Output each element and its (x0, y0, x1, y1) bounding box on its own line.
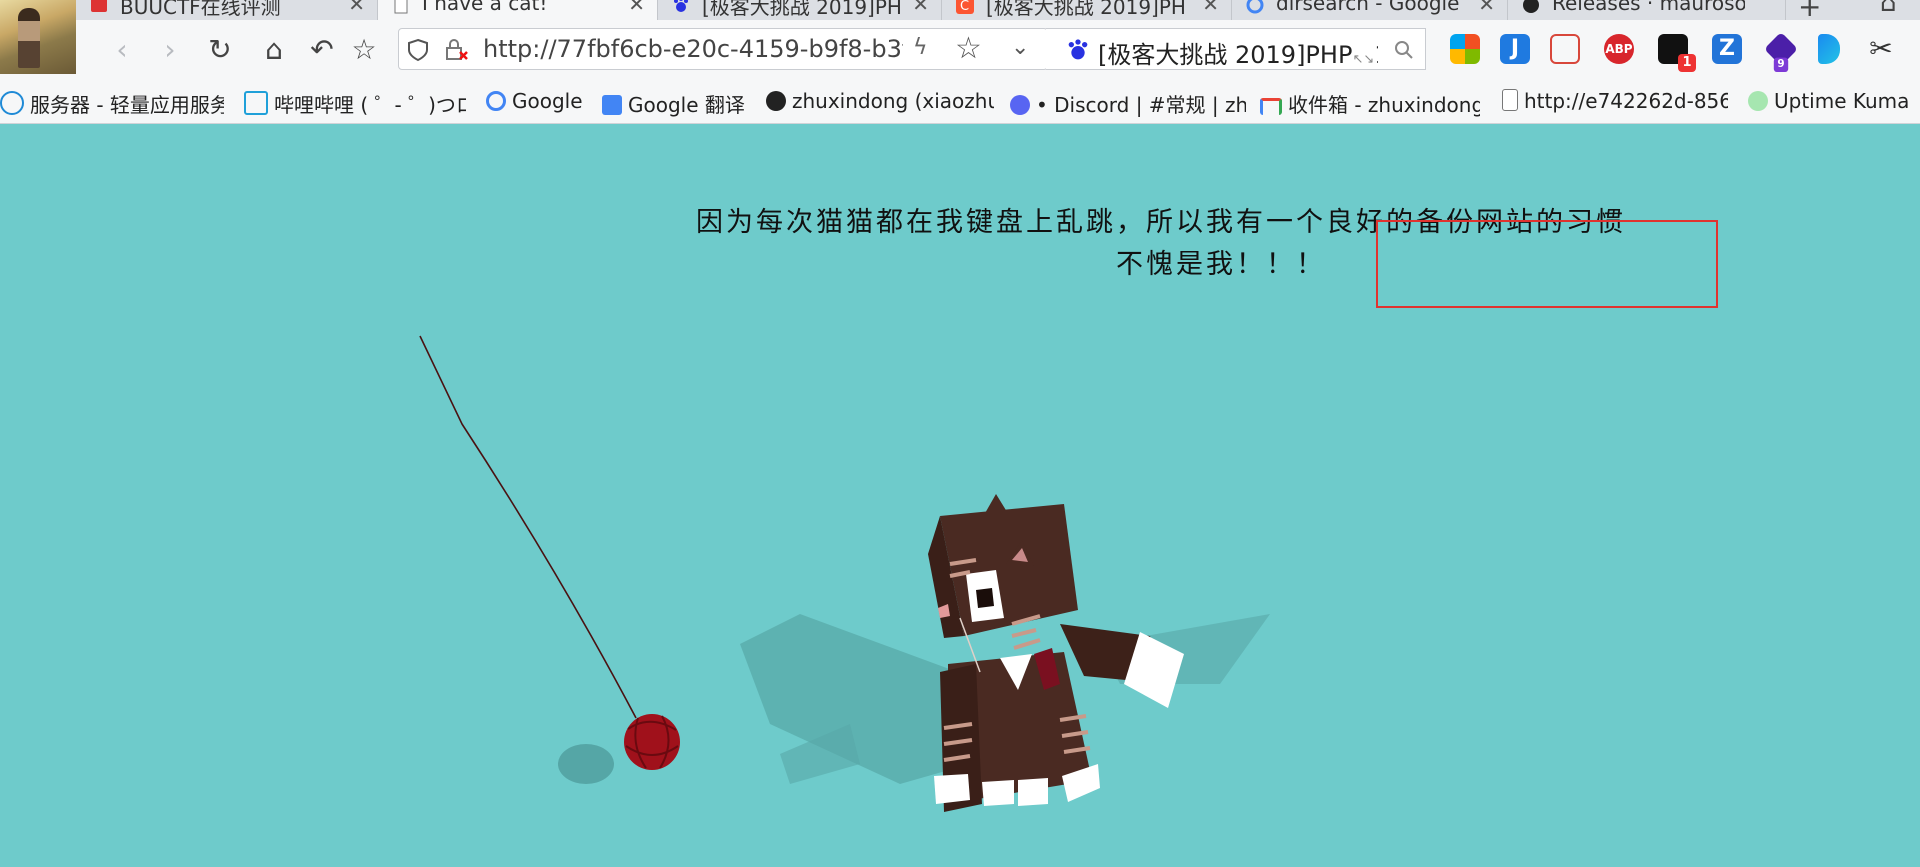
bookmark-label: Uptime Kuma (1774, 89, 1910, 113)
home-button[interactable]: ⌂ (256, 32, 292, 68)
bookmark-github[interactable]: zhuxindong (xiaozhu (766, 89, 994, 117)
search-text[interactable]: [极客大挑战 2019]PHP↖↘1 (1098, 35, 1378, 70)
search-query: [极客大挑战 2019]PHP (1098, 41, 1353, 69)
buuctf-icon (91, 0, 107, 12)
page-content: 因为每次猫猫都在我键盘上乱跳，所以我有一个良好的备份网站的习惯 不愧是我！！！ (0, 124, 1920, 867)
bookmark-label: http://e742262d-856 (1524, 89, 1728, 113)
navigation-bar: ‹ › ↻ ⌂ ↶ ☆ http://77fbf6cb-e20c-4159-b9… (0, 20, 1920, 82)
bookmark-google[interactable]: Google (486, 89, 586, 117)
search-box[interactable]: [极客大挑战 2019]PHP↖↘1 (1046, 28, 1426, 70)
notification-badge: 1 (1678, 54, 1696, 72)
adblock-plus-icon[interactable]: ABP (1604, 34, 1634, 64)
insecure-lock-icon[interactable] (445, 39, 469, 61)
uptime-kuma-icon (1748, 91, 1768, 111)
yarn-ball (624, 714, 680, 770)
tab-title: dirsearch - Google (1276, 0, 1460, 15)
tab-i-have-a-cat[interactable]: I have a cat! ✕ (378, 0, 658, 20)
bookmark-label: zhuxindong (xiaozhu (792, 89, 994, 113)
close-icon[interactable]: ✕ (348, 0, 365, 16)
close-icon[interactable]: ✕ (1202, 0, 1219, 16)
url-text[interactable]: http://77fbf6cb-e20c-4159-b9f8-b3f13 (483, 35, 903, 63)
yarn-string (419, 335, 637, 719)
shield-icon[interactable] (407, 38, 429, 62)
bookmark-uptime-kuma[interactable]: Uptime Kuma (1748, 89, 1920, 117)
tab-buuctf[interactable]: BUUCTF在线评测 ✕ (76, 0, 378, 20)
tab-strip: BUUCTF在线评测 ✕ I have a cat! ✕ [极客大挑战 2019… (0, 0, 1920, 20)
github-icon (1523, 0, 1539, 13)
bookmark-bilibili[interactable]: 哔哩哔哩 ( ゜- ゜)つロ (244, 89, 466, 117)
bookmark-gmail[interactable]: 收件箱 - zhuxindong (1260, 89, 1480, 117)
address-bar[interactable]: http://77fbf6cb-e20c-4159-b9f8-b3f13 ϟ ☆… (398, 28, 1048, 70)
bookmark-label: • Discord | #常规 | zh (1036, 93, 1246, 117)
j-extension-icon[interactable]: J (1500, 34, 1530, 64)
cat-scene (419, 335, 1270, 812)
chevron-down-icon[interactable]: ⌄ (1011, 35, 1029, 60)
bookmark-discord[interactable]: • Discord | #常规 | zh (1010, 89, 1246, 117)
gmail-icon (1260, 98, 1282, 115)
windows-extension-icon[interactable] (1450, 34, 1480, 64)
page-icon (394, 0, 408, 14)
close-icon[interactable]: ✕ (628, 0, 645, 16)
cat (928, 494, 1184, 812)
bookmark-label: Google (512, 89, 583, 113)
cube-extension-badge: 9 (1773, 57, 1789, 73)
bookmark-star-button[interactable]: ☆ (346, 32, 382, 68)
ellipsis-icon: ↖↘ (1352, 52, 1375, 67)
undo-close-button[interactable]: ↶ (304, 32, 340, 68)
reload-button[interactable]: ↻ (202, 32, 238, 68)
sitemap-extension-icon[interactable] (1550, 34, 1580, 64)
z-extension-icon[interactable]: Z (1712, 34, 1742, 64)
bookmark-file[interactable]: http://e742262d-856 (1502, 89, 1728, 117)
search-suffix: 1 (1374, 41, 1378, 69)
tab-releases-github[interactable]: Releases · mauroso (1508, 0, 1786, 20)
close-icon[interactable]: ✕ (1478, 0, 1495, 16)
notification-extension-icon[interactable]: 1 (1658, 34, 1696, 72)
user-avatar[interactable] (0, 0, 76, 74)
close-icon[interactable]: ✕ (912, 0, 929, 16)
bookmark-label: 哔哩哔哩 ( ゜- ゜)つロ (274, 93, 466, 117)
bookmark-label: 服务器 - 轻量应用服务 (30, 93, 224, 117)
discord-icon (1010, 95, 1030, 115)
tab-geek-challenge-2[interactable]: C [极客大挑战 2019]PH ✕ (942, 0, 1232, 20)
tab-overflow-icon[interactable]: ⌂ (1880, 0, 1897, 18)
lightning-icon[interactable]: ϟ (913, 35, 928, 60)
bookmark-label: 收件箱 - zhuxindong (1288, 93, 1480, 117)
search-icon[interactable] (1394, 40, 1414, 60)
google-icon (486, 91, 506, 111)
tab-title: I have a cat! (422, 0, 548, 15)
bookmark-label: Google 翻译 (628, 93, 745, 117)
yarn-shadow (558, 744, 614, 784)
baidu-paw-icon (1068, 39, 1088, 60)
bilibili-icon (244, 91, 268, 115)
forward-button[interactable]: › (152, 32, 188, 68)
cube-extension-icon[interactable]: 9 (1764, 32, 1798, 73)
scissors-icon[interactable]: ✂ (1866, 34, 1896, 64)
bookmark-google-translate[interactable]: Google 翻译 (602, 89, 752, 117)
bing-icon[interactable] (1818, 34, 1840, 64)
new-tab-button[interactable]: + (1798, 0, 1821, 20)
tab-title: BUUCTF在线评测 (120, 0, 281, 19)
tab-title: [极客大挑战 2019]PH (702, 0, 901, 19)
back-button[interactable]: ‹ (104, 32, 140, 68)
svg-text:C: C (960, 0, 969, 14)
google-translate-icon (602, 95, 622, 115)
google-icon (1246, 0, 1264, 14)
tab-title: [极客大挑战 2019]PH (986, 0, 1186, 19)
tab-title: Releases · mauroso (1552, 0, 1745, 15)
tab-dirsearch-google[interactable]: dirsearch - Google ✕ (1232, 0, 1508, 20)
tab-geek-challenge-1[interactable]: [极客大挑战 2019]PH ✕ (658, 0, 942, 20)
bookmark-server[interactable]: 服务器 - 轻量应用服务 (0, 89, 224, 117)
file-icon (1502, 89, 1518, 111)
github-icon (766, 91, 786, 111)
baidu-paw-icon (674, 0, 688, 12)
csdn-icon: C (956, 0, 974, 14)
star-icon[interactable]: ☆ (955, 31, 982, 66)
bookmarks-bar: 服务器 - 轻量应用服务 哔哩哔哩 ( ゜- ゜)つロ Google Googl… (0, 82, 1920, 124)
cloud-icon (0, 91, 24, 115)
